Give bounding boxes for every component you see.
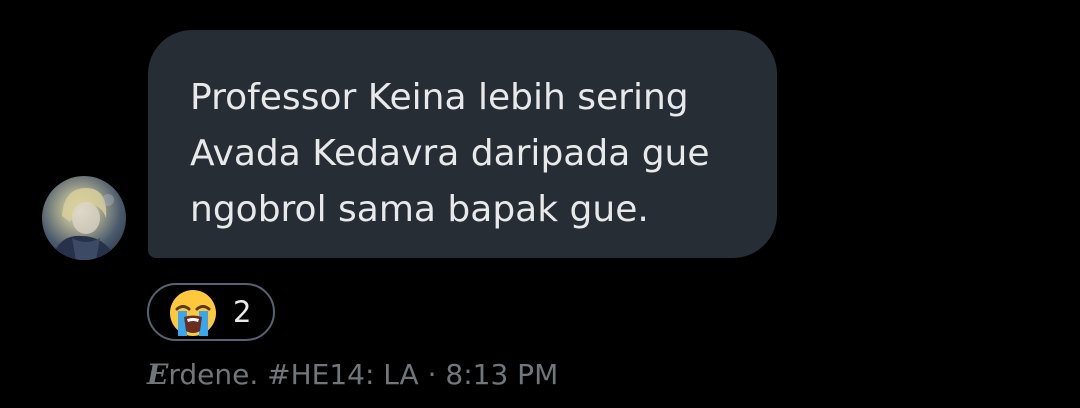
sender-avatar[interactable] [42, 176, 126, 260]
reaction-pill[interactable]: 2 [147, 283, 275, 341]
sender-name-initial: E [147, 358, 169, 391]
loudly-crying-face-icon [170, 290, 216, 336]
message-bubble[interactable]: Professor Keina lebih sering Avada Kedav… [148, 30, 777, 258]
sender-name[interactable]: rdene. #HE14: LA [168, 358, 418, 391]
reaction-count: 2 [233, 295, 252, 329]
message-meta: Erdene. #HE14: LA · 8:13 PM [147, 358, 558, 392]
message-timestamp: 8:13 PM [445, 358, 559, 391]
meta-separator: · [418, 358, 446, 391]
message-text: Professor Keina lebih sering Avada Kedav… [190, 77, 710, 230]
avatar-image [52, 188, 118, 260]
